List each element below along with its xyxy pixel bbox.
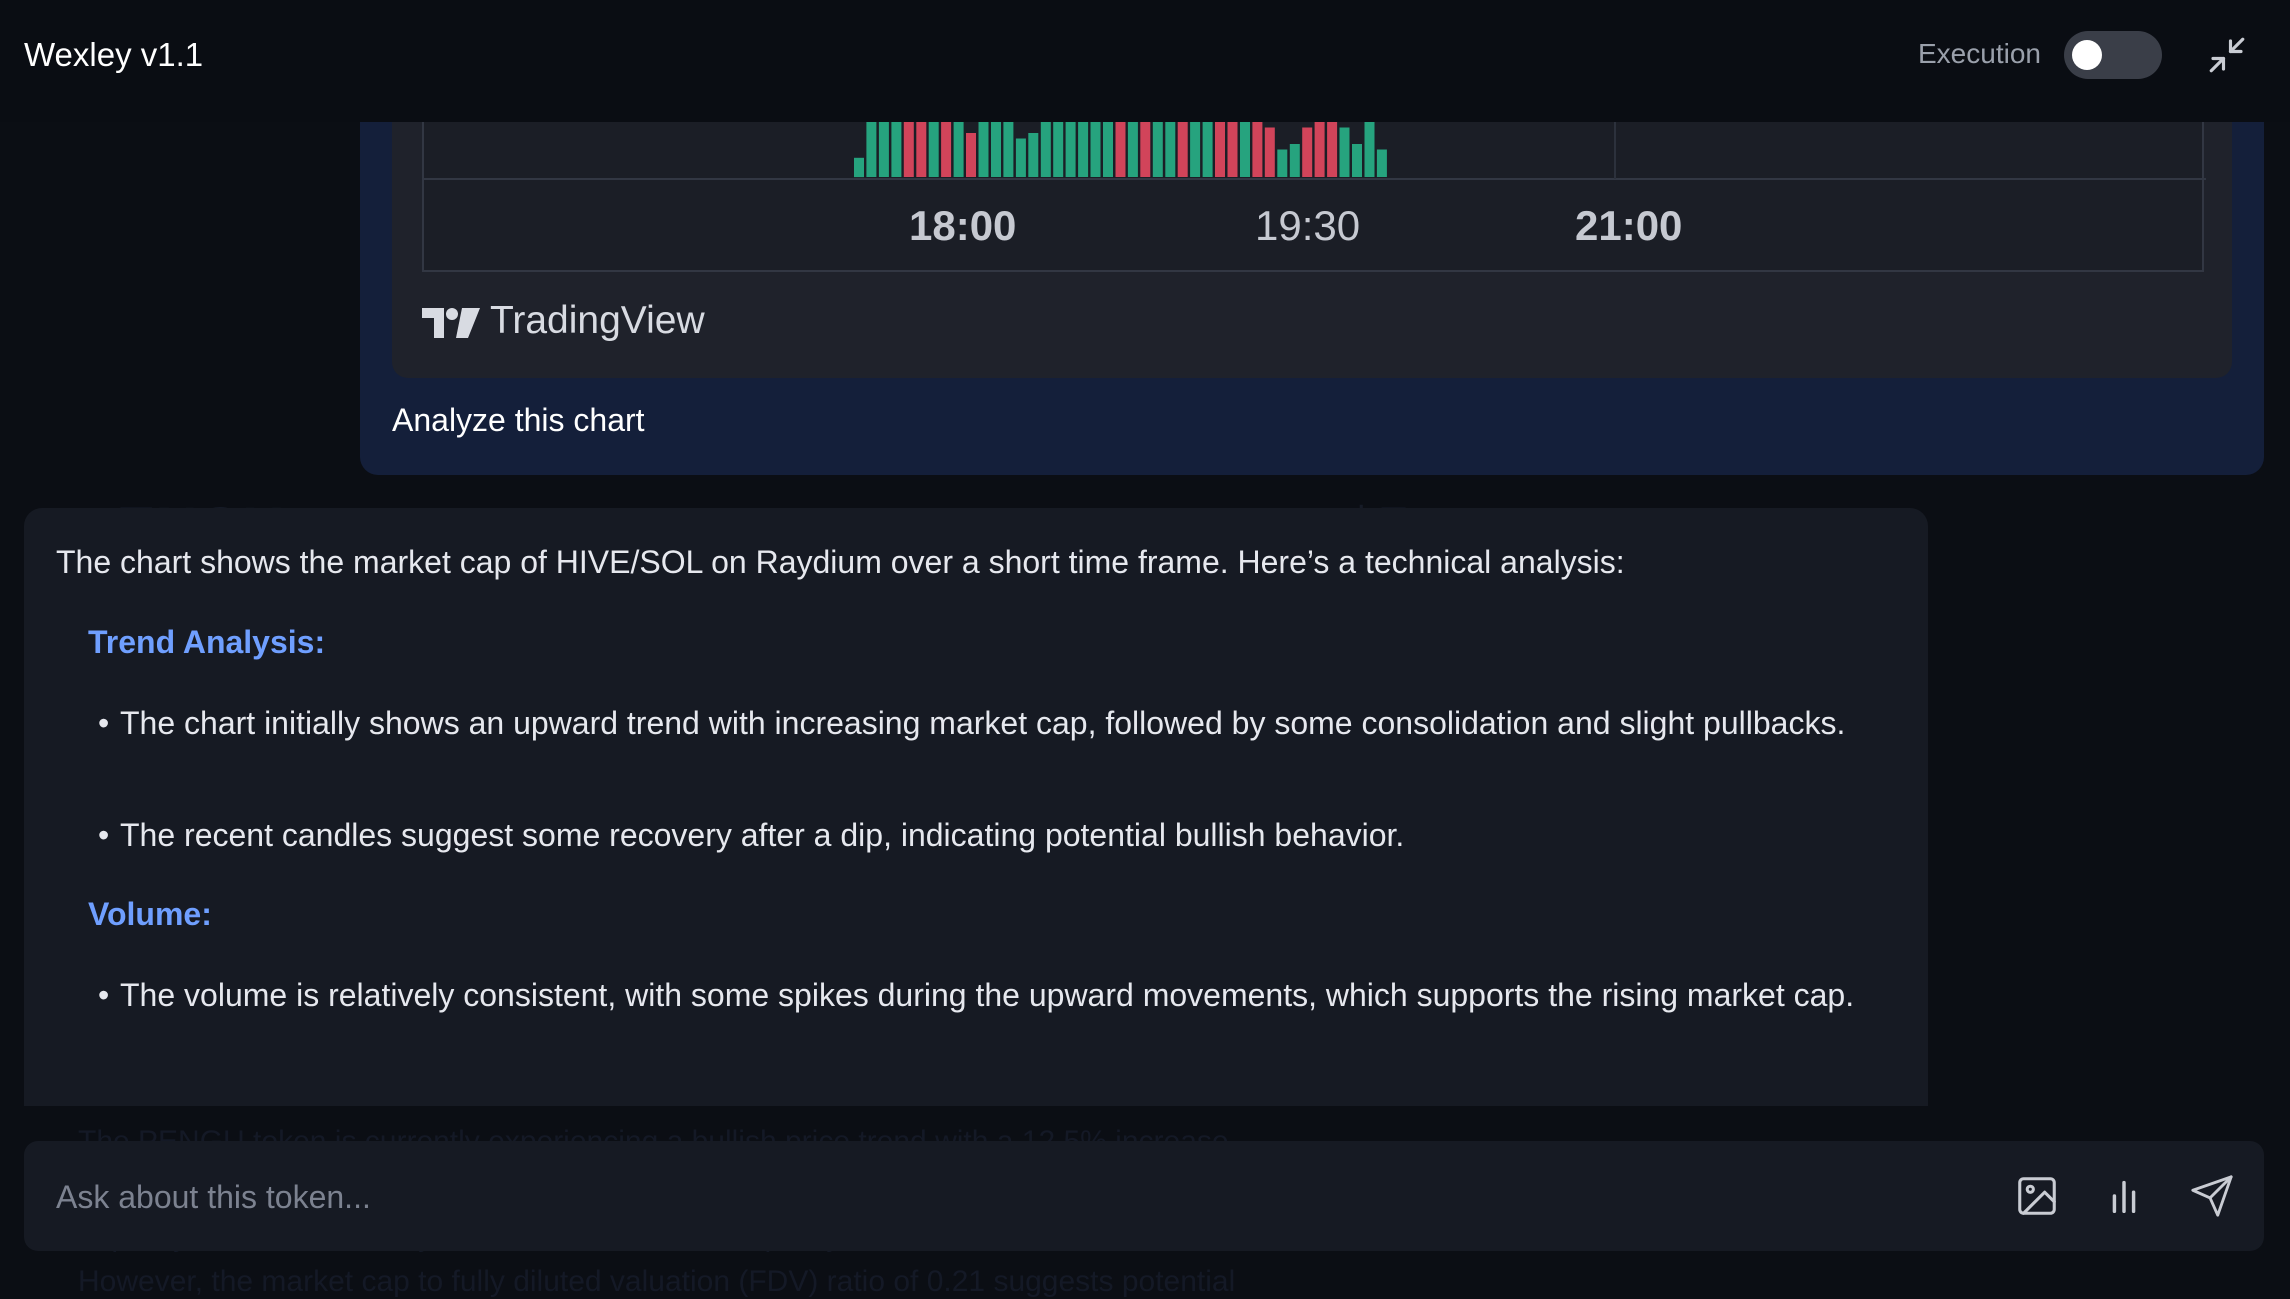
- volume-bar: [978, 122, 989, 177]
- chart-image-attachment: 18:00 19:30 21:00 TradingView: [392, 80, 2232, 378]
- assistant-intro: The chart shows the market cap of HIVE/S…: [56, 544, 1625, 580]
- section-heading-trend: Trend Analysis:: [88, 624, 326, 660]
- volume-bar: [1177, 122, 1188, 177]
- volume-bar: [1053, 122, 1064, 177]
- volume-bar: [916, 122, 927, 177]
- volume-bar: [1352, 144, 1362, 177]
- volume-bar: [1040, 122, 1051, 177]
- list-item: The volume is relatively consistent, wit…: [98, 972, 1900, 1019]
- volume-bar: [1327, 122, 1338, 177]
- volume-bar: [1065, 122, 1076, 177]
- volume-bar: [1314, 122, 1325, 177]
- send-icon[interactable]: [2189, 1173, 2235, 1219]
- volume-bars: [854, 122, 1387, 178]
- volume-bar: [866, 122, 877, 177]
- volume-bar: [1364, 122, 1375, 177]
- header-bar: Wexley v1.1 Execution: [0, 0, 2290, 122]
- collapse-icon[interactable]: [2206, 34, 2248, 76]
- volume-bar: [1277, 149, 1288, 177]
- chart-icon[interactable]: [2101, 1173, 2147, 1219]
- volume-bar: [1103, 122, 1113, 177]
- volume-bar: [1078, 122, 1089, 177]
- volume-bar: [1165, 122, 1176, 177]
- volume-bar: [941, 122, 952, 177]
- volume-bar: [903, 122, 914, 177]
- volume-bar: [1339, 127, 1350, 177]
- app-title: Wexley v1.1: [24, 36, 204, 73]
- volume-bar: [1190, 122, 1201, 177]
- x-tick-label: 19:30: [1255, 202, 1361, 249]
- image-upload-icon[interactable]: [2014, 1173, 2060, 1219]
- toggle-knob: [2072, 40, 2102, 70]
- volume-bar: [1289, 144, 1300, 177]
- execution-label: Execution: [1918, 38, 2041, 69]
- volume-bar: [1202, 122, 1213, 177]
- background-line: However, the market cap to fully diluted…: [78, 1265, 1236, 1298]
- volume-bar: [953, 122, 964, 177]
- volume-bar: [1115, 122, 1126, 177]
- volume-bar: [878, 122, 889, 177]
- volume-bar: [1028, 133, 1039, 177]
- volume-bar: [891, 122, 902, 177]
- tradingview-logo-icon: [422, 308, 480, 338]
- list-item: The chart initially shows an upward tren…: [98, 700, 1900, 747]
- volume-bar: [966, 133, 976, 177]
- volume-bar: [991, 122, 1001, 177]
- user-message: 18:00 19:30 21:00 TradingView Analyze th…: [360, 80, 2264, 475]
- volume-bar: [1215, 122, 1225, 177]
- x-tick-label: 18:00: [909, 202, 1017, 249]
- volume-bar: [1152, 122, 1163, 177]
- assistant-message: The chart shows the market cap of HIVE/S…: [24, 508, 1928, 1106]
- chat-input[interactable]: [54, 1171, 1958, 1223]
- volume-bar: [1090, 122, 1101, 177]
- volume-bar: [1252, 122, 1263, 177]
- section-heading-volume: Volume:: [88, 896, 212, 932]
- user-message-text: Analyze this chart: [392, 402, 645, 438]
- tradingview-brand: TradingView: [490, 299, 705, 342]
- list-item: The recent candles suggest some recovery…: [98, 812, 1900, 859]
- volume-bar: [854, 157, 864, 178]
- volume-bar: [1227, 122, 1238, 177]
- execution-toggle[interactable]: [2064, 31, 2162, 79]
- volume-bar: [1376, 149, 1387, 177]
- volume-bar: [1264, 127, 1275, 177]
- volume-bar: [1015, 138, 1026, 177]
- volume-bar: [1240, 122, 1250, 177]
- volume-bar: [1302, 127, 1313, 177]
- volume-bar: [1003, 122, 1014, 177]
- volume-bar: [1127, 122, 1138, 177]
- chat-input-bar: [24, 1141, 2264, 1251]
- x-tick-label: 21:00: [1575, 202, 1683, 249]
- volume-bar: [928, 122, 939, 177]
- volume-bar: [1140, 122, 1151, 177]
